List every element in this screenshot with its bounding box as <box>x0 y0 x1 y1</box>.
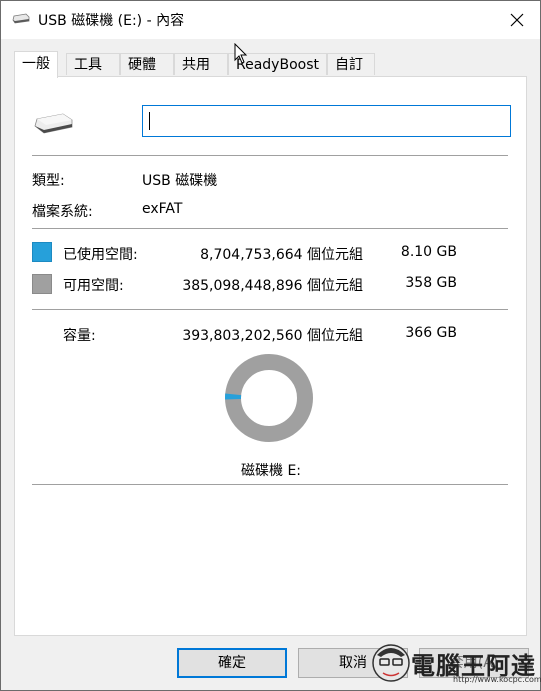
usb-drive-icon <box>12 13 30 29</box>
free-space-size: 358 GB <box>405 275 457 291</box>
divider <box>32 484 508 485</box>
title-bar[interactable]: USB 磁碟機 (E:) - 內容 <box>1 1 540 39</box>
general-panel: 類型: USB 磁碟機 檔案系統: exFAT 已使用空間: 8,704,753… <box>14 76 527 636</box>
drive-label: 磁碟機 E: <box>241 463 302 479</box>
tab-customize[interactable]: 自訂 <box>327 53 375 75</box>
used-space-swatch <box>32 242 52 262</box>
close-icon <box>510 13 524 27</box>
ok-button[interactable]: 確定 <box>177 648 287 678</box>
window-title: USB 磁碟機 (E:) - 內容 <box>38 13 185 29</box>
divider <box>32 228 508 229</box>
used-space-bytes: 8,704,753,664 個位元組 <box>200 247 363 263</box>
divider <box>32 155 508 156</box>
file-system-label: 檔案系統: <box>32 204 93 220</box>
used-space-label: 已使用空間: <box>63 247 138 263</box>
divider <box>32 309 508 310</box>
drive-name-input[interactable] <box>142 105 511 137</box>
text-caret <box>149 112 150 130</box>
mouse-pointer-icon <box>234 43 248 64</box>
file-system-value: exFAT <box>142 201 183 217</box>
type-label: 類型: <box>32 173 65 189</box>
free-space-label: 可用空間: <box>63 278 124 294</box>
tab-general[interactable]: 一般 <box>14 51 58 78</box>
usb-drive-icon <box>34 111 74 141</box>
used-space-size: 8.10 GB <box>400 244 457 260</box>
close-button[interactable] <box>494 1 540 39</box>
watermark-mascot-logo <box>372 644 410 682</box>
properties-window: USB 磁碟機 (E:) - 內容 一般 工具 硬體 共用 ReadyBoost… <box>0 0 541 691</box>
free-space-bytes: 385,098,448,896 個位元組 <box>182 278 363 294</box>
tab-sharing[interactable]: 共用 <box>174 53 228 75</box>
tab-hardware[interactable]: 硬體 <box>120 53 174 75</box>
capacity-bytes: 393,803,202,560 個位元組 <box>182 328 363 344</box>
capacity-size: 366 GB <box>405 325 457 341</box>
free-space-swatch <box>32 274 52 294</box>
disk-usage-donut <box>225 354 313 442</box>
watermark-url: http://www.kocpc.com.tw <box>453 675 541 684</box>
tab-tools[interactable]: 工具 <box>66 53 120 75</box>
capacity-label: 容量: <box>63 328 96 344</box>
donut-free-segment <box>225 354 313 442</box>
type-value: USB 磁碟機 <box>142 173 218 189</box>
